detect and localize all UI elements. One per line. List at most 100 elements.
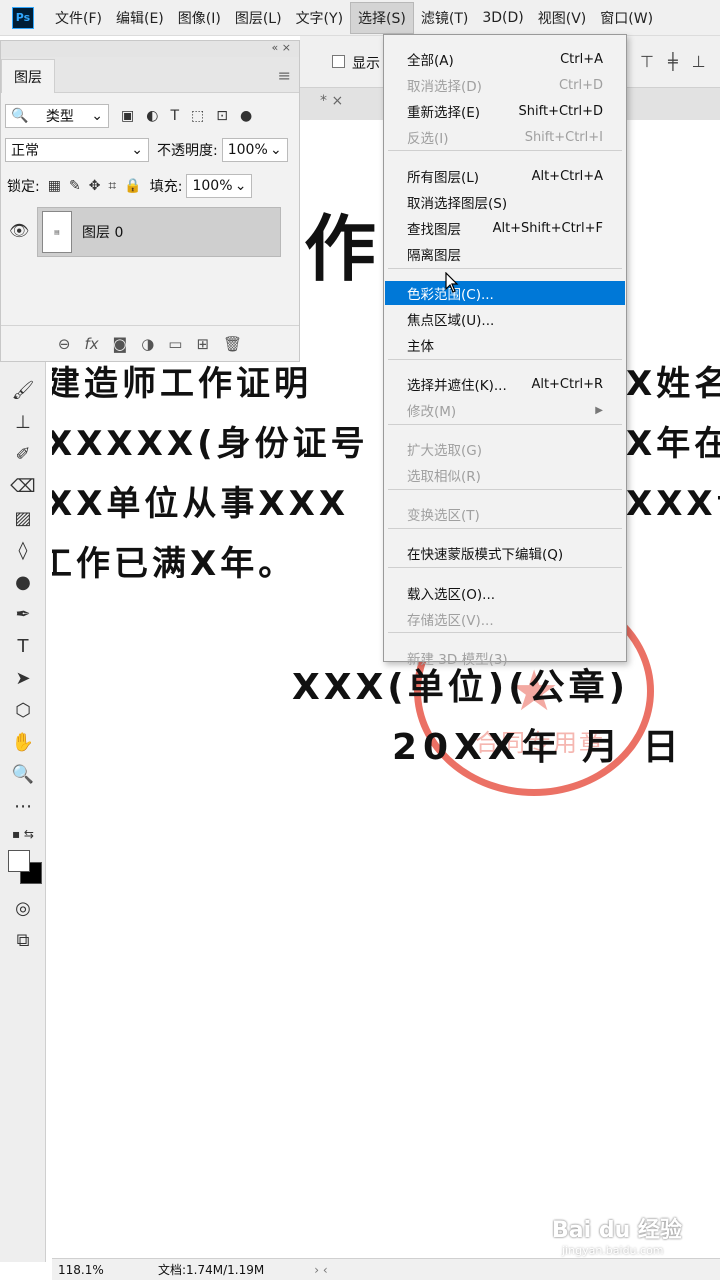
select-menu-item[interactable]: 焦点区域(U)... (385, 307, 625, 331)
menu-item-label: 存储选区(V)... (407, 613, 494, 629)
document-fragment-1: X姓名 (626, 364, 720, 404)
select-menu-item[interactable]: 修改(M) ▶ (385, 398, 625, 422)
menu-view[interactable]: 视图(V) (531, 3, 594, 33)
eraser-tool-icon[interactable]: ⌫ (0, 472, 46, 500)
quick-mask-icon[interactable]: ◎ (0, 894, 46, 922)
foreground-color-swatch[interactable] (8, 850, 30, 872)
select-menu-item[interactable]: 全部(A) Ctrl+A (385, 47, 625, 71)
menu-edit[interactable]: 编辑(E) (109, 3, 171, 33)
select-menu-item[interactable]: 主体 (385, 333, 625, 357)
history-brush-tool-icon[interactable]: ✐ (0, 440, 46, 468)
menu-item-shortcut: Alt+Shift+Ctrl+F (492, 220, 603, 236)
select-menu-item[interactable]: 隔离图层 (385, 242, 625, 266)
adjustment-layer-icon[interactable]: ◑ (141, 335, 154, 353)
lock-artboard-icon[interactable]: ⌗ (108, 178, 116, 194)
filter-pixel-icon[interactable]: ▣ (121, 108, 134, 124)
panel-collapse-controls[interactable]: « × (1, 41, 299, 57)
brush-tool-icon[interactable]: 🖌 (0, 376, 46, 404)
menu-bar: Ps 文件(F) 编辑(E) 图像(I) 图层(L) 文字(Y) 选择(S) 滤… (0, 0, 720, 36)
screen-mode-icon[interactable]: ⧉ (0, 926, 46, 954)
align-middle-icon[interactable]: ╪ (668, 52, 678, 71)
select-menu-item[interactable]: 扩大选取(G) (385, 437, 625, 461)
shape-tool-icon[interactable]: ⬡ (0, 696, 46, 724)
type-tool-icon[interactable]: T (0, 632, 46, 660)
select-menu-item[interactable]: 取消选择图层(S) (385, 190, 625, 214)
select-menu-item[interactable]: 反选(I) Shift+Ctrl+I (385, 125, 625, 149)
new-group-folder-icon[interactable]: ▭ (168, 335, 182, 353)
layers-tab-row: 图层 ≡ (1, 57, 299, 93)
layer-row[interactable]: ▤ 图层 0 (37, 207, 281, 257)
layer-visibility-eye-icon[interactable]: 👁 (9, 221, 29, 240)
select-menu-item[interactable]: 存储选区(V)... (385, 607, 625, 631)
tab-close-icon[interactable]: * × (320, 93, 343, 109)
menu-item-shortcut: Alt+Ctrl+A (531, 168, 603, 184)
tab-layers[interactable]: 图层 (1, 59, 55, 93)
swap-colors-icon[interactable]: ▪ ⇆ (0, 820, 46, 848)
select-menu-item[interactable]: 选取相似(R) (385, 463, 625, 487)
lock-brush-icon[interactable]: ✎ (69, 178, 81, 194)
layer-style-fx-icon[interactable]: fx (84, 335, 98, 353)
filter-adjustment-icon[interactable]: ◐ (146, 108, 158, 124)
filter-shape-icon[interactable]: ⬚ (191, 108, 204, 124)
menu-separator (388, 567, 622, 568)
menu-separator (388, 489, 622, 490)
add-mask-icon[interactable]: ◙ (113, 335, 128, 353)
hand-tool-icon[interactable]: ✋ (0, 728, 46, 756)
filter-type-icon[interactable]: T (170, 108, 179, 124)
menu-separator (388, 528, 622, 529)
pen-tool-icon[interactable]: ✒ (0, 600, 46, 628)
status-arrow-icon[interactable]: › ‹ (314, 1263, 327, 1277)
menu-item-label: 扩大选取(G) (407, 443, 482, 459)
select-menu-item[interactable]: 重新选择(E) Shift+Ctrl+D (385, 99, 625, 123)
blur-tool-icon[interactable]: ◊ (0, 536, 46, 564)
select-menu-item[interactable]: 查找图层 Alt+Shift+Ctrl+F (385, 216, 625, 240)
new-layer-icon[interactable]: ⊞ (196, 335, 209, 353)
link-layers-icon[interactable]: ⊖ (58, 335, 71, 353)
photoshop-logo: Ps (12, 6, 34, 29)
align-bottom-icon[interactable]: ⊥ (692, 52, 706, 71)
fill-field[interactable]: 100% ⌄ (186, 174, 253, 198)
select-menu-item[interactable]: 新建 3D 模型(3) (385, 646, 625, 670)
show-transform-checkbox[interactable] (332, 55, 345, 68)
menu-filter[interactable]: 滤镜(T) (414, 3, 475, 33)
select-menu-item[interactable]: 载入选区(O)... (385, 581, 625, 605)
more-tools-icon[interactable]: ⋯ (0, 792, 46, 820)
zoom-level[interactable]: 118.1% (52, 1263, 114, 1277)
menu-type[interactable]: 文字(Y) (289, 3, 350, 33)
opacity-value: 100% (227, 142, 268, 158)
select-menu-item[interactable]: 所有图层(L) Alt+Ctrl+A (385, 164, 625, 188)
select-menu-item[interactable]: 选择并遮住(K)... Alt+Ctrl+R (385, 372, 625, 396)
lock-transparent-icon[interactable]: ▦ (48, 178, 61, 194)
select-menu-item[interactable]: 在快速蒙版模式下编辑(Q) (385, 541, 625, 565)
document-line-1: 建造师工作证明 (52, 364, 312, 404)
filter-toggle-icon[interactable]: ● (240, 108, 252, 124)
menu-file[interactable]: 文件(F) (48, 3, 109, 33)
lock-position-icon[interactable]: ✥ (89, 178, 101, 194)
menu-image[interactable]: 图像(I) (171, 3, 228, 33)
menu-layer[interactable]: 图层(L) (228, 3, 289, 33)
menu-item-label: 修改(M) (407, 404, 457, 420)
zoom-tool-icon[interactable]: 🔍 (0, 760, 46, 788)
filter-smartobject-icon[interactable]: ⊡ (216, 108, 228, 124)
select-menu-item[interactable]: 变换选区(T) (385, 502, 625, 526)
filter-kind-select[interactable]: 🔍 类型 ⌄ (5, 104, 109, 128)
select-menu-item[interactable]: 取消选择(D) Ctrl+D (385, 73, 625, 97)
menu-window[interactable]: 窗口(W) (593, 3, 660, 33)
delete-layer-trash-icon[interactable]: 🗑 (223, 335, 242, 353)
select-menu-item[interactable]: 色彩范围(C)... (385, 281, 625, 305)
gradient-tool-icon[interactable]: ▨ (0, 504, 46, 532)
menu-select[interactable]: 选择(S) (350, 1, 414, 34)
panel-menu-icon[interactable]: ≡ (278, 66, 291, 85)
filter-kind-value: 类型 (45, 109, 74, 125)
menu-separator (388, 632, 622, 633)
dodge-tool-icon[interactable]: ● (0, 568, 46, 596)
opacity-field[interactable]: 100% ⌄ (221, 138, 288, 162)
path-selection-tool-icon[interactable]: ➤ (0, 664, 46, 692)
lock-all-icon[interactable]: 🔒 (124, 178, 141, 194)
menu-separator (388, 359, 622, 360)
blend-mode-select[interactable]: 正常 ⌄ (5, 138, 149, 162)
menu-3d[interactable]: 3D(D) (475, 5, 530, 31)
tools-panel: 🖌 ⊥ ✐ ⌫ ▨ ◊ ● ✒ T ➤ ⬡ ✋ 🔍 ⋯ ▪ ⇆ ◎ ⧉ (0, 362, 46, 1262)
clone-stamp-tool-icon[interactable]: ⊥ (0, 408, 46, 436)
align-top-icon[interactable]: ⊤ (640, 52, 654, 71)
